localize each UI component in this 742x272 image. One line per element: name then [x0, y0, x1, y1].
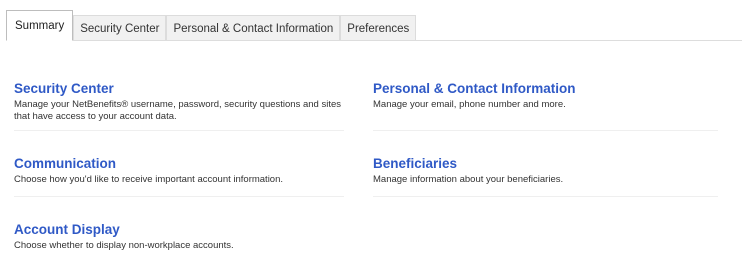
personal-contact-link[interactable]: Personal & Contact Information: [373, 81, 713, 96]
security-center-description: Manage your NetBenefits® username, passw…: [14, 99, 341, 122]
beneficiaries-card: Beneficiaries Manage information about y…: [373, 156, 713, 186]
beneficiaries-description: Manage information about your beneficiar…: [373, 174, 564, 185]
tab-preferences[interactable]: Preferences: [340, 15, 417, 41]
personal-contact-card: Personal & Contact Information Manage yo…: [373, 81, 713, 111]
security-center-card: Security Center Manage your NetBenefits®…: [14, 81, 354, 123]
tab-personal-contact-information[interactable]: Personal & Contact Information: [166, 15, 341, 41]
row-divider: [373, 130, 718, 131]
tab-bar-divider: [6, 40, 742, 41]
account-display-card: Account Display Choose whether to displa…: [14, 222, 354, 252]
row-divider: [14, 196, 344, 197]
row-divider: [14, 130, 344, 131]
tab-bar: Summary Security Center Personal & Conta…: [6, 10, 417, 41]
personal-contact-description: Manage your email, phone number and more…: [373, 99, 566, 110]
communication-card: Communication Choose how you'd like to r…: [14, 156, 354, 186]
communication-link[interactable]: Communication: [14, 156, 354, 171]
security-center-link[interactable]: Security Center: [14, 81, 354, 96]
account-display-description: Choose whether to display non-workplace …: [14, 240, 234, 251]
account-settings-page: Summary Security Center Personal & Conta…: [0, 0, 742, 272]
beneficiaries-link[interactable]: Beneficiaries: [373, 156, 713, 171]
tab-summary[interactable]: Summary: [6, 10, 74, 41]
tab-security-center[interactable]: Security Center: [73, 15, 167, 41]
communication-description: Choose how you'd like to receive importa…: [14, 174, 284, 185]
account-display-link[interactable]: Account Display: [14, 222, 354, 237]
row-divider: [373, 196, 718, 197]
